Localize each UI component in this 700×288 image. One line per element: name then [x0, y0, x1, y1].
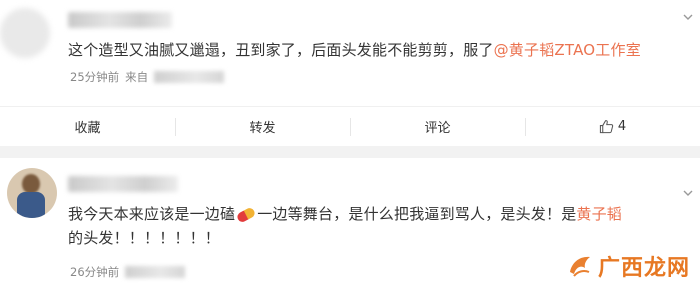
repost-label: 转发	[249, 121, 276, 136]
source-blurred	[125, 266, 186, 278]
like-button[interactable]: 4	[525, 107, 700, 147]
repost-button[interactable]: 转发	[175, 107, 350, 147]
comment-text-part-2: 一边等舞台，是什么把我逼到骂人，是头发！是	[257, 205, 577, 223]
username-blurred[interactable]	[68, 12, 172, 28]
like-count: 4	[617, 119, 627, 134]
comment-button[interactable]: 评论	[350, 107, 525, 147]
comment-meta: 25分钟前 来自	[70, 69, 225, 85]
collect-label: 收藏	[74, 121, 101, 136]
section-divider	[0, 146, 700, 158]
capsule-emoji-icon	[235, 205, 257, 224]
comment-text-part-3: 的头发！！！！！！！	[68, 229, 221, 247]
watermark-logo-icon	[566, 252, 594, 280]
comment-label: 评论	[424, 121, 451, 136]
watermark: 广西龙网	[566, 250, 690, 282]
action-bar: 收藏 转发 评论 4	[0, 106, 700, 146]
comment-text: 我今天本来应该是一边磕 一边等舞台，是什么把我逼到骂人，是头发！是黄子韬的头发！！…	[68, 202, 628, 250]
avatar[interactable]	[7, 168, 57, 218]
comment-time: 25分钟前	[70, 70, 120, 84]
comment-time: 26分钟前	[70, 265, 120, 279]
username-blurred[interactable]	[68, 176, 178, 192]
highlight-name[interactable]: 黄子韬	[576, 205, 622, 223]
comment-text-part-1: 我今天本来应该是一边磕	[68, 205, 236, 223]
source-blurred	[154, 71, 225, 83]
collect-button[interactable]: 收藏	[0, 107, 175, 147]
watermark-text: 广西龙网	[597, 255, 690, 281]
mention-link[interactable]: @黄子韬ZTAO工作室	[494, 41, 641, 59]
avatar[interactable]	[0, 8, 50, 58]
comment-text: 这个造型又油腻又邋遢，丑到家了，后面头发能不能剪剪，服了@黄子韬ZTAO工作室	[68, 38, 688, 62]
chevron-down-icon[interactable]	[682, 184, 694, 196]
comment-text-body: 这个造型又油腻又邋遢，丑到家了，后面头发能不能剪剪，服了	[68, 41, 494, 59]
thumbs-up-icon	[599, 119, 614, 134]
comment-source-label: 来自	[125, 70, 149, 84]
comment-meta: 26分钟前	[70, 264, 186, 280]
chevron-down-icon[interactable]	[682, 8, 694, 20]
comment-item: 这个造型又油腻又邋遢，丑到家了，后面头发能不能剪剪，服了@黄子韬ZTAO工作室 …	[0, 0, 700, 104]
